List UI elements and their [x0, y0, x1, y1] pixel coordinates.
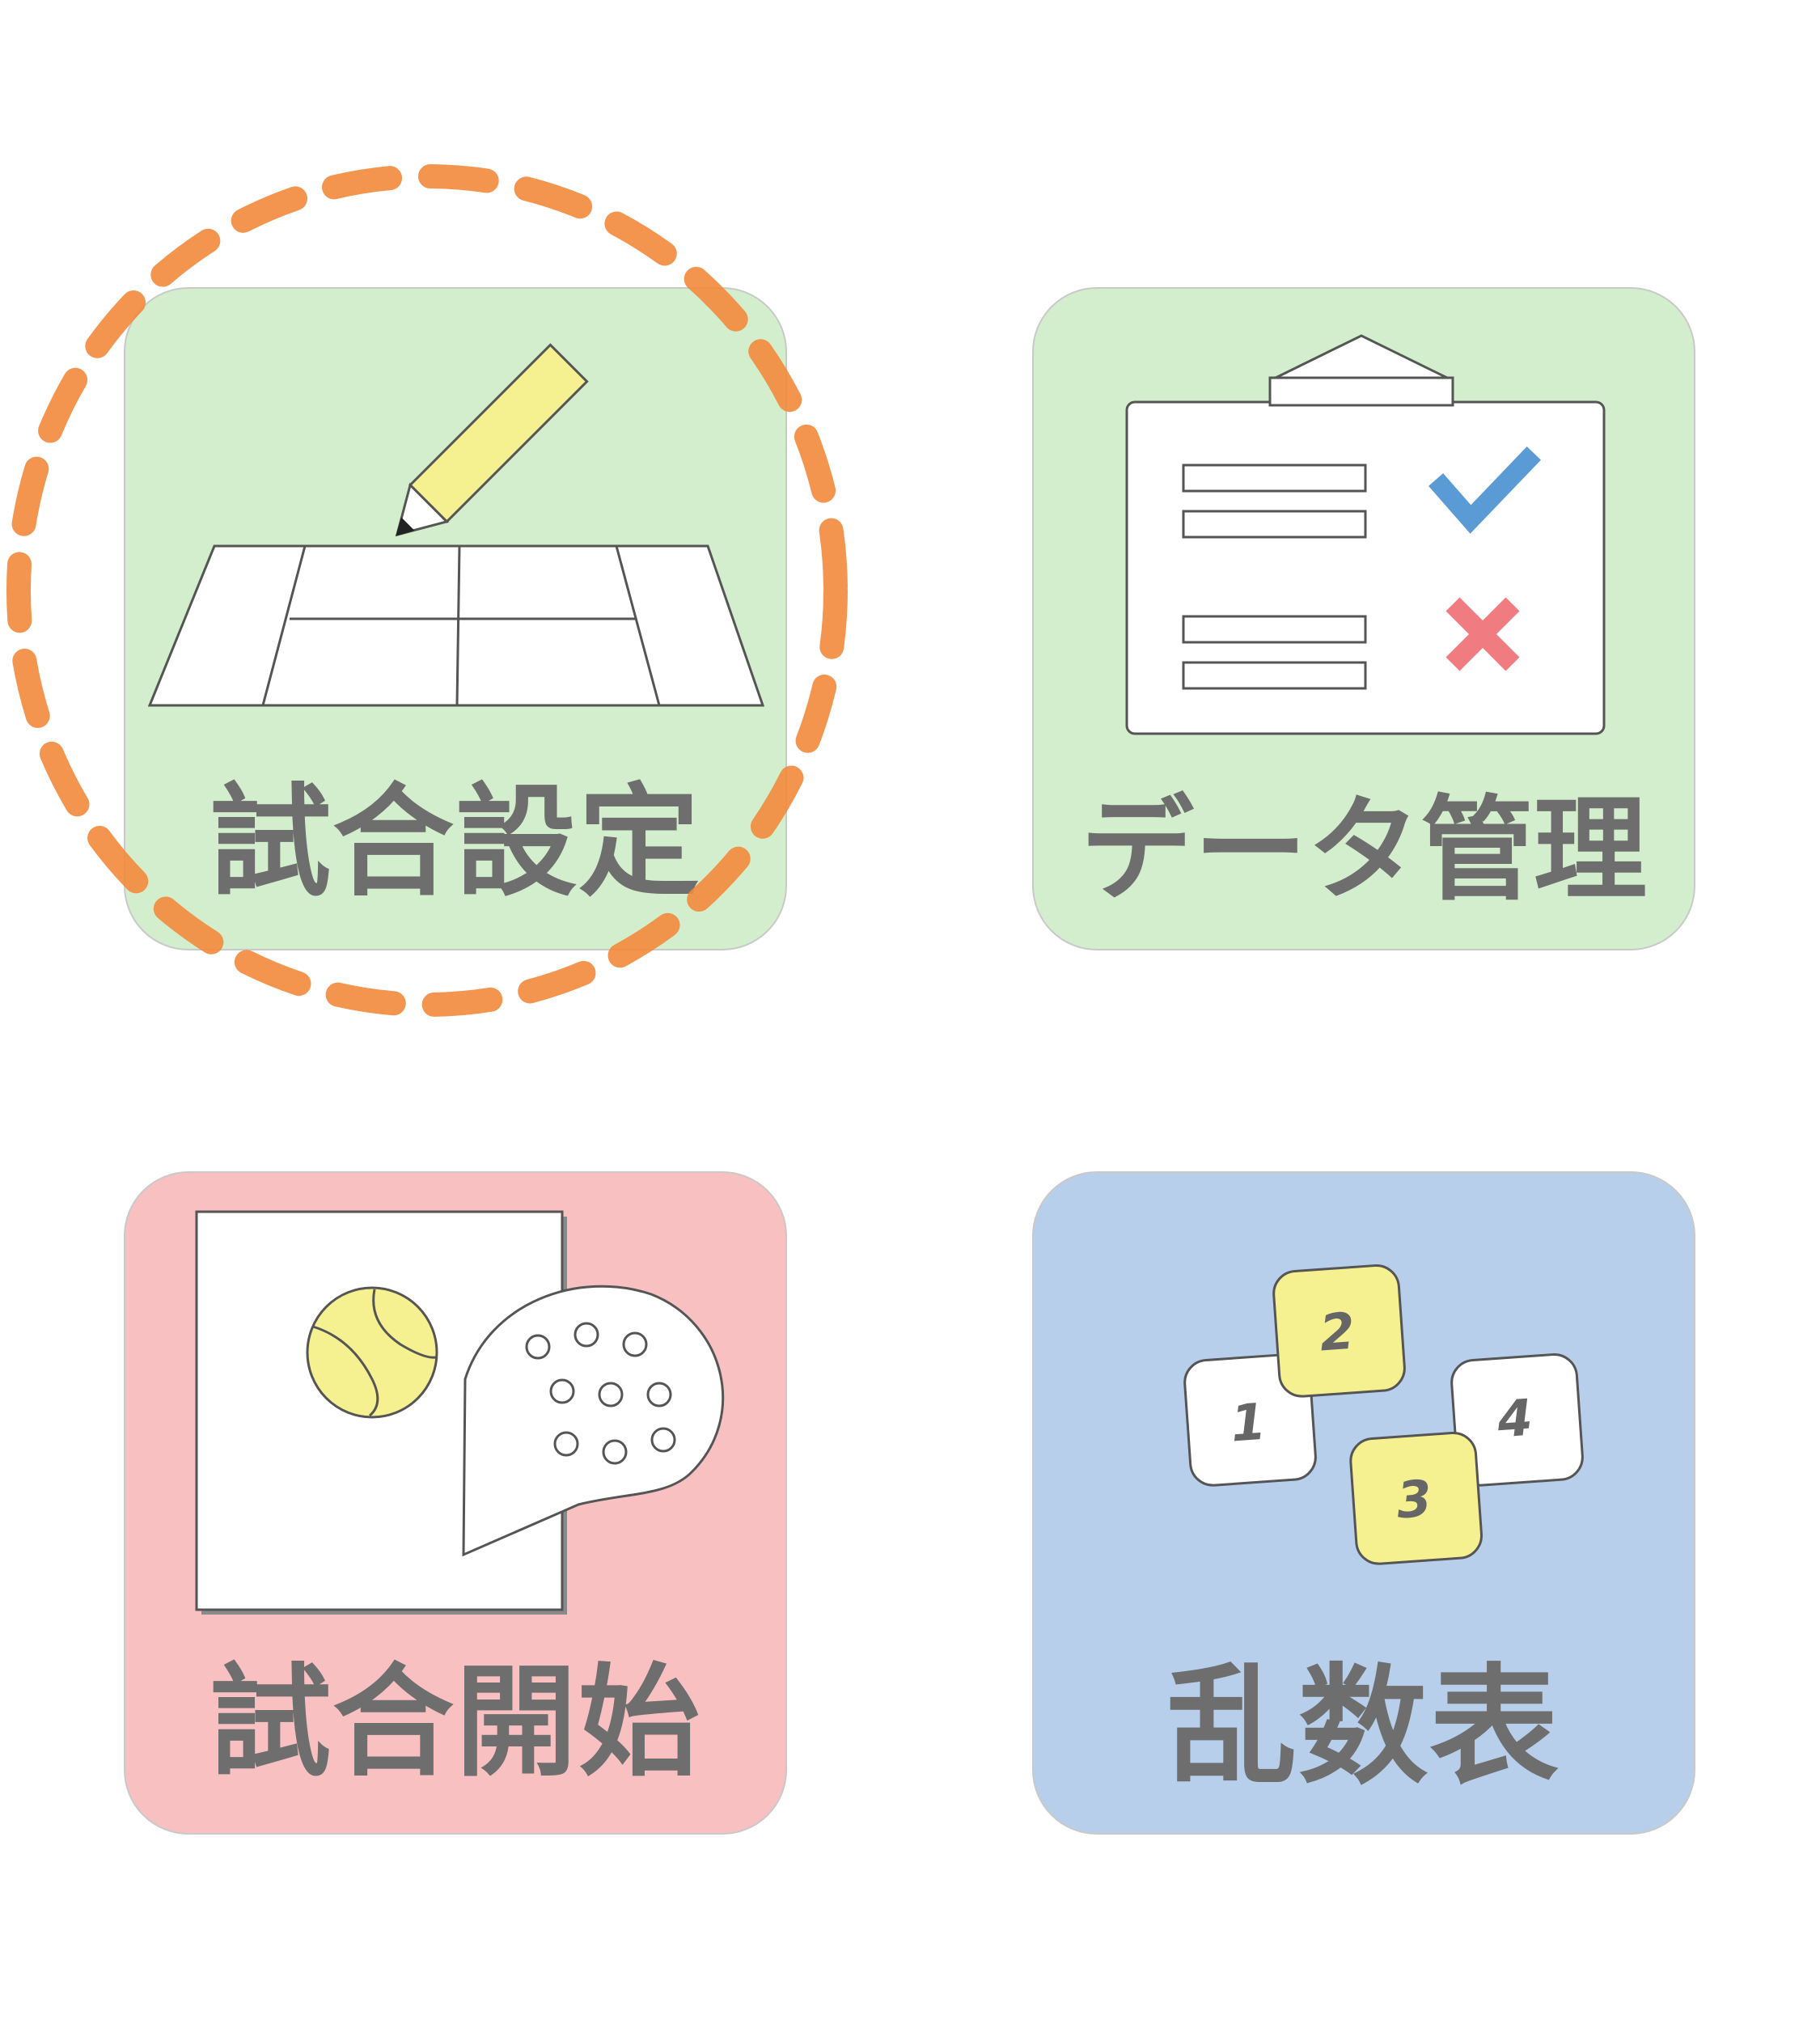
data-management-tile[interactable]: データ管理	[1032, 287, 1695, 950]
random-table-tile[interactable]: 1 2 4 3 乱数表	[1032, 1171, 1695, 1835]
match-settings-label: 試合設定	[209, 772, 701, 913]
svg-text:1: 1	[1229, 1392, 1268, 1454]
svg-text:4: 4	[1495, 1388, 1534, 1450]
racket-icon	[462, 1285, 725, 1557]
svg-text:2: 2	[1318, 1302, 1357, 1363]
match-settings-tile[interactable]: 試合設定	[124, 287, 787, 950]
tennis-ball-icon	[306, 1286, 438, 1419]
data-management-label: データ管理	[1080, 785, 1647, 916]
card-2: 2	[1272, 1264, 1406, 1398]
svg-text:3: 3	[1395, 1469, 1433, 1530]
card-3: 3	[1349, 1431, 1484, 1565]
match-start-label: 試合開始	[209, 1653, 701, 1793]
match-start-tile[interactable]: 試合開始	[124, 1171, 787, 1835]
random-table-label: 乱数表	[1166, 1651, 1560, 1802]
